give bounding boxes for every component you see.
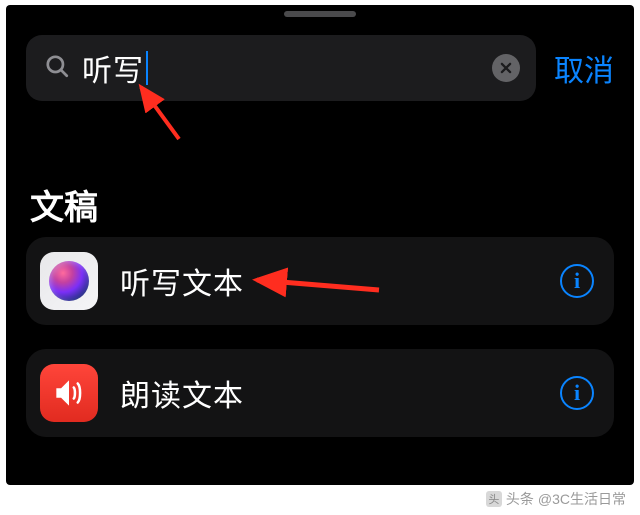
home-indicator xyxy=(284,11,356,17)
watermark-source: 头条 xyxy=(506,489,534,509)
speaker-icon xyxy=(40,364,98,422)
clear-search-button[interactable] xyxy=(492,54,520,82)
clear-icon xyxy=(499,61,513,75)
search-query-text: 听写 xyxy=(82,46,144,90)
text-caret xyxy=(146,51,148,85)
app-screen: 听写 取消 文稿 听写文本 i xyxy=(6,5,634,485)
search-bar-row: 听写 取消 xyxy=(26,35,614,101)
watermark-account: @3C生活日常 xyxy=(538,489,626,509)
results-list: 听写文本 i 朗读文本 i xyxy=(26,237,614,461)
info-icon: i xyxy=(574,268,580,294)
info-button[interactable]: i xyxy=(560,376,594,410)
result-label: 听写文本 xyxy=(120,259,244,303)
result-item-dictate-text[interactable]: 听写文本 i xyxy=(26,237,614,325)
cancel-button[interactable]: 取消 xyxy=(554,46,614,90)
info-button[interactable]: i xyxy=(560,264,594,298)
search-icon xyxy=(44,53,70,84)
section-title: 文稿 xyxy=(30,180,98,229)
result-item-speak-text[interactable]: 朗读文本 i xyxy=(26,349,614,437)
result-label: 朗读文本 xyxy=(120,371,244,415)
info-icon: i xyxy=(574,380,580,406)
search-field[interactable]: 听写 xyxy=(26,35,536,101)
watermark: 头 头条 @3C生活日常 xyxy=(486,489,626,509)
siri-icon xyxy=(40,252,98,310)
watermark-logo-icon: 头 xyxy=(486,491,502,507)
